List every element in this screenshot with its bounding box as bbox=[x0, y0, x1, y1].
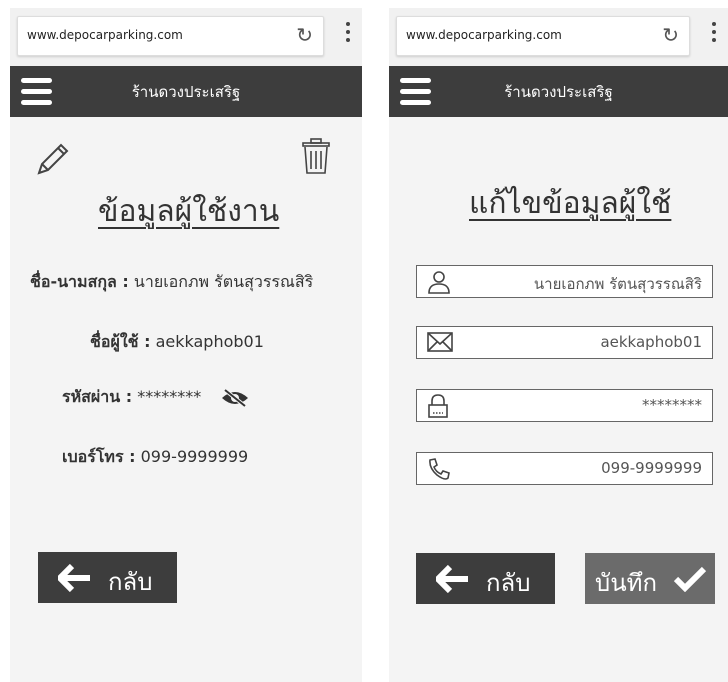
address-bar[interactable]: www.depocarparking.com ↻ bbox=[396, 16, 690, 56]
shop-name: ร้านดวงประเสริฐ bbox=[131, 83, 241, 101]
phone-field[interactable]: 099-9999999 bbox=[416, 452, 713, 485]
save-button[interactable]: บันทึก bbox=[585, 553, 715, 604]
back-label: กลับ bbox=[108, 568, 153, 596]
more-menu-icon[interactable] bbox=[346, 22, 350, 46]
profile-view-screen: www.depocarparking.com ↻ ร้านดวงประเสริฐ… bbox=[10, 8, 362, 682]
mail-icon bbox=[427, 332, 453, 352]
phone-icon bbox=[429, 458, 450, 480]
back-button[interactable]: กลับ bbox=[416, 553, 555, 604]
arrow-left-icon bbox=[436, 565, 468, 593]
phone-label: เบอร์โทร : bbox=[62, 447, 136, 466]
phone-row: เบอร์โทร : 099-9999999 bbox=[62, 445, 248, 470]
username-label: ชื่อผู้ใช้ : bbox=[90, 332, 151, 351]
back-button[interactable]: กลับ bbox=[38, 552, 177, 603]
back-label: กลับ bbox=[486, 569, 531, 597]
username-row: ชื่อผู้ใช้ : aekkaphob01 bbox=[90, 330, 264, 355]
fullname-label: ชื่อ-นามสกุล : bbox=[30, 272, 129, 291]
fullname-row: ชื่อ-นามสกุล : นายเอกภพ รัตนสุวรรณสิริ bbox=[30, 270, 313, 295]
profile-edit-screen: www.depocarparking.com ↻ ร้านดวงประเสริฐ… bbox=[389, 8, 728, 682]
address-bar[interactable]: www.depocarparking.com ↻ bbox=[17, 16, 324, 56]
page-title: แก้ไขข้อมูลผู้ใช้ bbox=[469, 186, 672, 221]
eye-slash-icon[interactable] bbox=[220, 387, 250, 408]
reload-icon[interactable]: ↻ bbox=[296, 23, 313, 47]
browser-bar: www.depocarparking.com ↻ bbox=[10, 8, 362, 66]
password-label: รหัสผ่าน : bbox=[62, 387, 133, 406]
fullname-input-value: นายเอกภพ รัตนสุวรรณสิริ bbox=[533, 275, 702, 293]
url-text: www.depocarparking.com bbox=[27, 28, 183, 42]
email-field[interactable]: aekkaphob01 bbox=[416, 326, 713, 359]
fullname-field[interactable]: นายเอกภพ รัตนสุวรรณสิริ bbox=[416, 265, 713, 298]
phone-value: 099-9999999 bbox=[140, 447, 249, 466]
pencil-icon[interactable] bbox=[34, 140, 72, 178]
arrow-left-icon bbox=[58, 564, 90, 592]
password-input-value: ******** bbox=[642, 396, 702, 414]
password-value: ******** bbox=[137, 387, 202, 406]
shop-name: ร้านดวงประเสริฐ bbox=[504, 83, 613, 101]
save-label: บันทึก bbox=[595, 569, 657, 597]
user-icon bbox=[428, 271, 450, 294]
check-icon bbox=[673, 566, 707, 592]
phone-input-value: 099-9999999 bbox=[601, 459, 702, 477]
app-header: ร้านดวงประเสริฐ bbox=[10, 66, 362, 117]
app-header: ร้านดวงประเสริฐ bbox=[389, 66, 728, 117]
more-menu-icon[interactable] bbox=[712, 22, 716, 46]
trash-icon[interactable] bbox=[300, 138, 332, 176]
url-text: www.depocarparking.com bbox=[406, 28, 562, 42]
username-value: aekkaphob01 bbox=[155, 332, 264, 351]
fullname-value: นายเอกภพ รัตนสุวรรณสิริ bbox=[133, 272, 314, 291]
password-row: รหัสผ่าน : ******** bbox=[62, 385, 250, 410]
reload-icon[interactable]: ↻ bbox=[662, 23, 679, 47]
browser-bar: www.depocarparking.com ↻ bbox=[389, 8, 728, 66]
password-field[interactable]: ******** bbox=[416, 389, 713, 422]
page-title: ข้อมูลผู้ใช้งาน bbox=[98, 194, 280, 229]
email-input-value: aekkaphob01 bbox=[600, 333, 702, 351]
lock-icon bbox=[428, 394, 448, 418]
